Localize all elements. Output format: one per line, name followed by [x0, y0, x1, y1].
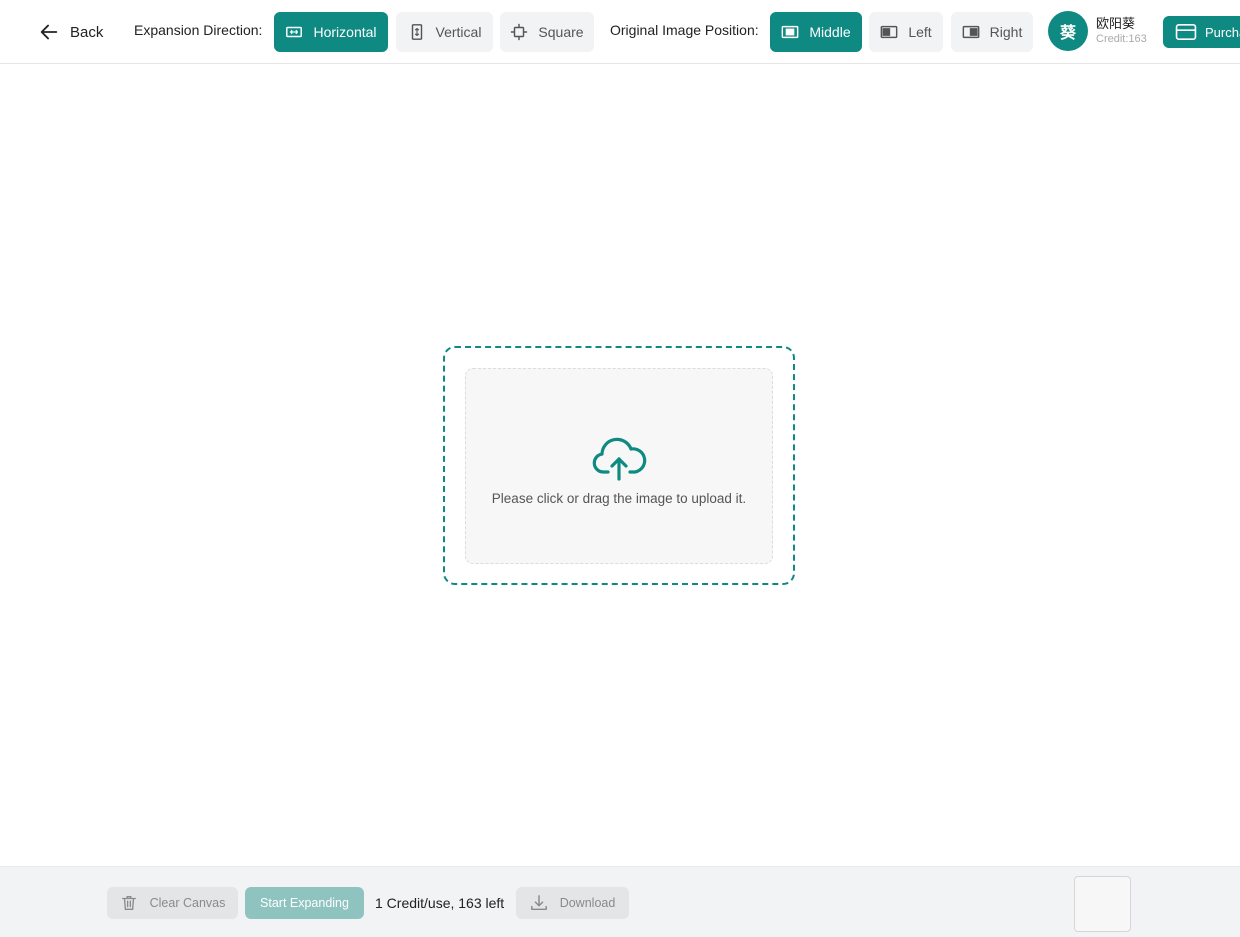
position-left-icon — [880, 25, 898, 39]
back-button[interactable]: Back — [38, 18, 103, 46]
upload-dropzone[interactable]: Please click or drag the image to upload… — [443, 346, 795, 585]
bottom-toolbar: Clear Canvas Start Expanding 1 Credit/us… — [0, 866, 1240, 937]
back-label: Back — [70, 23, 104, 41]
upload-area[interactable]: Please click or drag the image to upload… — [465, 368, 773, 564]
purchase-label: Purchase — [1205, 24, 1240, 40]
position-middle-label: Middle — [809, 24, 851, 40]
preview-thumbnail[interactable] — [1074, 876, 1131, 932]
start-expanding-button[interactable]: Start Expanding — [245, 887, 364, 919]
upload-instruction: Please click or drag the image to upload… — [491, 490, 747, 506]
vertical-expand-icon — [411, 24, 422, 40]
credit-balance: Credit:163 — [1096, 33, 1147, 45]
user-name: 欧阳葵 — [1096, 17, 1136, 32]
position-right-button[interactable]: Right — [951, 12, 1033, 52]
credit-card-icon — [1175, 23, 1197, 41]
purchase-button[interactable]: Purchase — [1163, 16, 1240, 48]
expansion-square-button[interactable]: Square — [500, 12, 594, 52]
expansion-vertical-label: Vertical — [435, 24, 482, 40]
clear-canvas-label: Clear Canvas — [149, 896, 226, 910]
trash-icon — [121, 896, 136, 910]
top-toolbar: Back Expansion Direction: Horizontal Ver… — [0, 0, 1240, 64]
expansion-direction-label: Expansion Direction: — [134, 22, 263, 38]
avatar[interactable]: 葵 — [1048, 11, 1088, 51]
position-right-label: Right — [989, 24, 1023, 40]
download-icon — [530, 895, 547, 911]
position-right-icon — [962, 25, 980, 39]
start-expanding-label: Start Expanding — [260, 896, 349, 910]
square-expand-icon — [511, 23, 528, 41]
credit-usage-text: 1 Credit/use, 163 left — [375, 895, 505, 911]
horizontal-expand-icon — [286, 26, 303, 38]
position-middle-button[interactable]: Middle — [770, 12, 862, 52]
image-position-label: Original Image Position: — [610, 22, 759, 38]
clear-canvas-button[interactable]: Clear Canvas — [107, 887, 238, 919]
arrow-left-icon — [40, 24, 58, 40]
position-left-label: Left — [908, 24, 932, 40]
download-button[interactable]: Download — [516, 887, 629, 919]
expansion-square-label: Square — [538, 24, 584, 40]
expansion-vertical-button[interactable]: Vertical — [396, 12, 493, 52]
cloud-upload-icon — [592, 437, 647, 481]
position-middle-icon — [782, 25, 799, 39]
expansion-horizontal-button[interactable]: Horizontal — [274, 12, 388, 52]
position-left-button[interactable]: Left — [869, 12, 943, 52]
expansion-horizontal-label: Horizontal — [313, 24, 377, 40]
download-label: Download — [559, 896, 616, 910]
